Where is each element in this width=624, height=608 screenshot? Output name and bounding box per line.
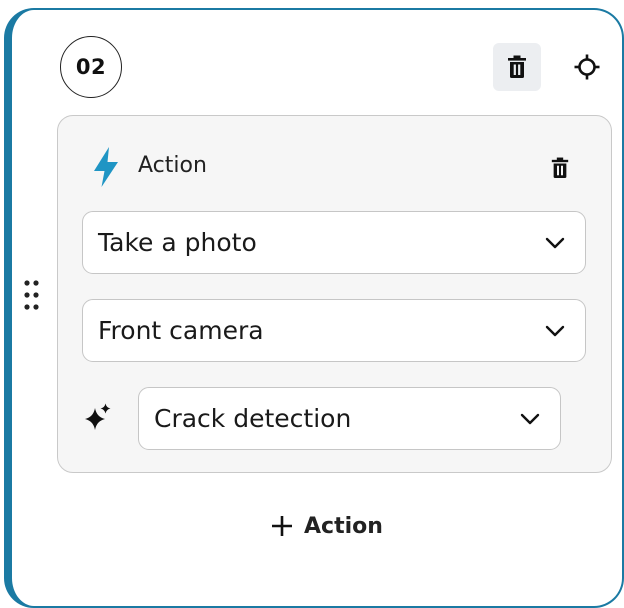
chevron-down-icon bbox=[520, 413, 540, 424]
step-number-badge: 02 bbox=[60, 36, 122, 98]
camera-value: Front camera bbox=[98, 316, 264, 345]
lightning-bolt-icon bbox=[94, 147, 118, 187]
locate-button[interactable] bbox=[563, 43, 611, 91]
chevron-down-icon bbox=[545, 237, 565, 248]
add-action-label: Action bbox=[304, 513, 383, 539]
add-action-button[interactable]: Action bbox=[270, 510, 383, 542]
drag-handle-icon bbox=[24, 280, 39, 310]
step-number: 02 bbox=[75, 55, 107, 79]
sparkle-icon bbox=[85, 403, 111, 430]
delete-action-button[interactable] bbox=[544, 152, 576, 184]
detection-model-select[interactable]: Crack detection bbox=[138, 387, 561, 450]
action-type-value: Take a photo bbox=[98, 228, 257, 257]
trash-icon bbox=[551, 157, 569, 178]
plus-icon bbox=[272, 516, 292, 536]
trash-icon bbox=[508, 55, 526, 78]
action-panel: Action Take a photo Front camera Crack d… bbox=[57, 115, 612, 473]
delete-step-button[interactable] bbox=[493, 43, 541, 91]
action-header-label: Action bbox=[138, 153, 207, 178]
detection-model-value: Crack detection bbox=[154, 404, 352, 433]
drag-handle[interactable] bbox=[24, 280, 40, 312]
chevron-down-icon bbox=[545, 325, 565, 336]
action-type-select[interactable]: Take a photo bbox=[82, 211, 586, 274]
camera-select[interactable]: Front camera bbox=[82, 299, 586, 362]
step-card: 02 Action Take a photo Front camera Crac… bbox=[4, 8, 624, 608]
crosshair-icon bbox=[574, 54, 600, 80]
